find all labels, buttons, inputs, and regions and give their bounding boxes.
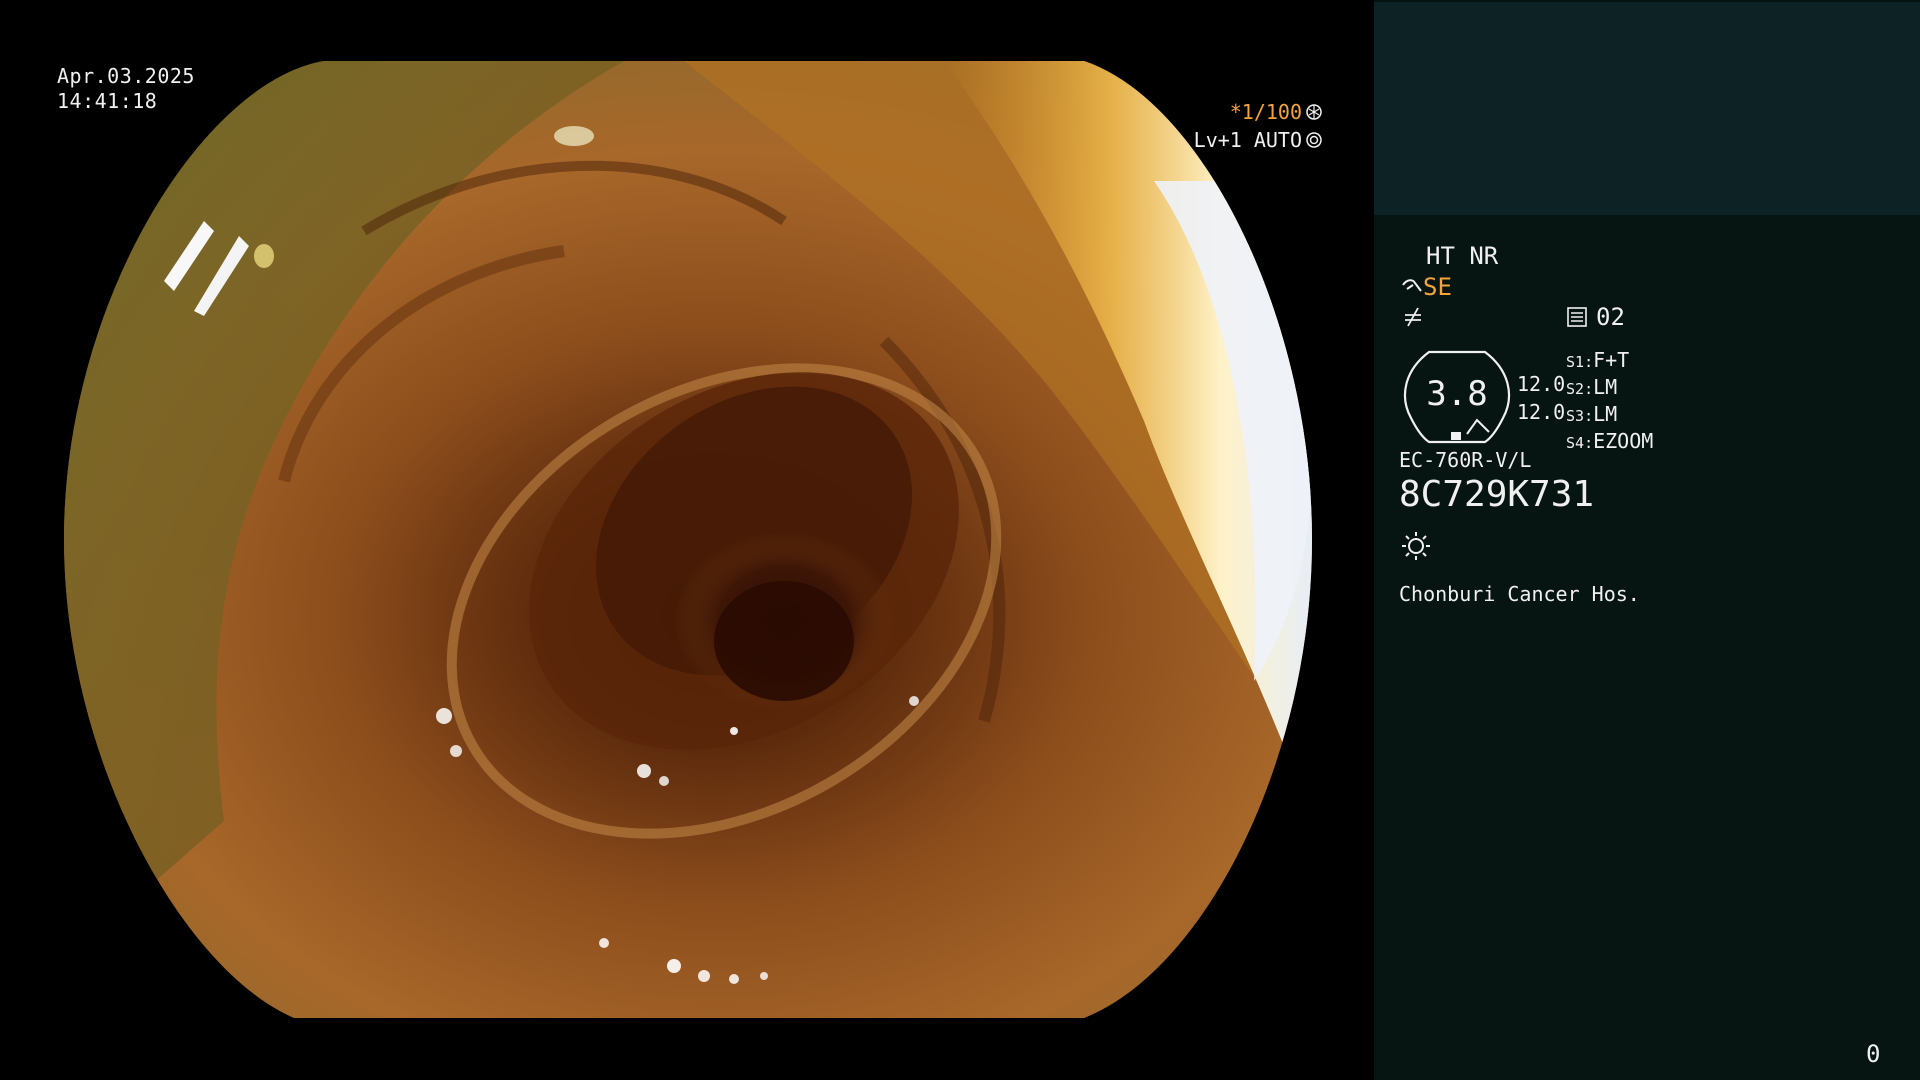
switch-list: S1:F+T S2:LM S3:LM S4:EZOOM	[1566, 348, 1653, 456]
sun-icon	[1402, 532, 1430, 560]
zoom-gauge: 3.8	[1399, 350, 1515, 444]
panel-header-block	[1374, 2, 1920, 215]
se-label: SE	[1423, 273, 1452, 301]
switch-row: S1:F+T	[1566, 348, 1630, 372]
hospital-name: Chonburi Cancer Hos.	[1399, 582, 1640, 606]
memory-card-icon	[1567, 307, 1587, 327]
enhancement-modes: HT NR	[1426, 242, 1499, 270]
iris-row: Lv+1 AUTO	[1194, 126, 1322, 154]
shutter-row: *1/100	[1194, 98, 1322, 126]
aperture-icon	[1306, 104, 1322, 120]
date-text: Apr.03.2025	[57, 64, 195, 88]
level-text: Lv+1	[1193, 128, 1242, 152]
record-count: 02	[1596, 303, 1625, 331]
image-counter: 0	[1866, 1040, 1881, 1068]
gauge-upper: 12.0	[1517, 372, 1566, 396]
camera-settings: *1/100 Lv+1 AUTO	[1194, 98, 1322, 154]
endoscopy-image	[64, 61, 1312, 1018]
not-equal-icon	[1402, 306, 1424, 334]
se-row: SE	[1401, 273, 1452, 301]
ring-icon	[1306, 132, 1322, 148]
video-area: Apr.03.2025 14:41:18 *1/100 Lv+1 AUTO	[0, 0, 1374, 1080]
record-row: 02	[1566, 303, 1625, 331]
scope-model: EC-760R-V/L	[1399, 448, 1532, 472]
switch-row: S4:EZOOM	[1566, 429, 1654, 453]
iris-text: AUTO	[1253, 128, 1302, 152]
panel-body	[1374, 215, 1920, 1080]
switch-row: S2:LM	[1566, 375, 1618, 399]
curve-hook-icon	[1402, 279, 1422, 292]
switch-row: S3:LM	[1566, 402, 1618, 426]
gauge-value: 3.8	[1426, 374, 1488, 414]
shutter-speed: *1/100	[1229, 100, 1302, 124]
info-panel: HT NR SE	[1374, 0, 1920, 1080]
scope-serial: 8C729K731	[1399, 474, 1595, 515]
gauge-lower: 12.0	[1517, 400, 1566, 424]
gauge-limits: 12.0 12.0	[1517, 370, 1565, 426]
time-text: 14:41:18	[57, 89, 158, 113]
timestamp: Apr.03.2025 14:41:18	[57, 64, 195, 114]
